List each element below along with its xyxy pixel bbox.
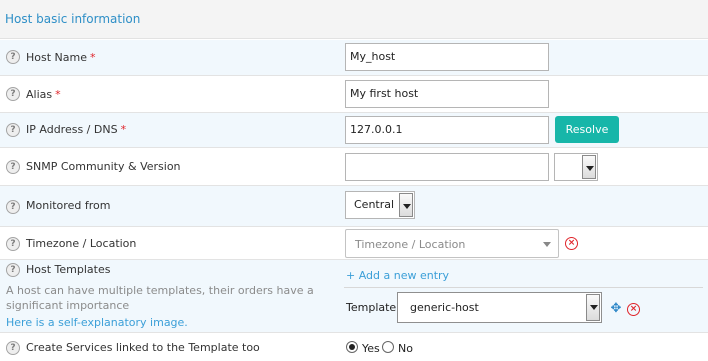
- no-label: No: [398, 342, 413, 355]
- template-select[interactable]: generic-host: [397, 292, 602, 323]
- snmp-community-input[interactable]: [345, 153, 549, 181]
- alias-input[interactable]: My first host: [345, 80, 549, 108]
- ip-input[interactable]: 127.0.0.1: [345, 116, 549, 144]
- create-services-row: ? Create Services linked to the Template…: [0, 333, 708, 361]
- template-value: generic-host: [410, 301, 479, 314]
- required-marker: *: [120, 123, 127, 136]
- monitored-from-select[interactable]: Central: [345, 191, 415, 219]
- remove-icon[interactable]: ×: [565, 237, 578, 250]
- host-name-input[interactable]: My_host: [345, 43, 549, 71]
- section-title: Host basic information: [5, 12, 141, 26]
- yes-label: Yes: [362, 342, 380, 355]
- host-name-label: Host Name *: [26, 51, 96, 64]
- alias-label: Alias *: [26, 88, 61, 101]
- template-label: Template: [346, 301, 397, 314]
- help-icon[interactable]: ?: [6, 50, 20, 64]
- help-icon[interactable]: ?: [6, 87, 20, 101]
- help-icon[interactable]: ?: [6, 200, 20, 214]
- snmp-row: ? SNMP Community & Version: [0, 148, 708, 186]
- templates-description-2: significant importance: [6, 299, 130, 312]
- section-header: Host basic information: [0, 0, 708, 39]
- alias-row: ? Alias * My first host: [0, 76, 708, 113]
- chevron-down-icon: [586, 294, 600, 321]
- monitored-from-row: ? Monitored from Central: [0, 186, 708, 227]
- help-icon[interactable]: ?: [6, 160, 20, 174]
- resolve-button[interactable]: Resolve: [555, 116, 619, 143]
- host-name-row: ? Host Name * My_host: [0, 40, 708, 76]
- chevron-down-icon: [582, 155, 596, 179]
- help-icon[interactable]: ?: [6, 341, 20, 355]
- snmp-version-select[interactable]: [554, 153, 598, 181]
- move-arrows-icon[interactable]: ✥: [609, 302, 623, 316]
- divider: [344, 287, 703, 288]
- help-icon[interactable]: ?: [6, 237, 20, 251]
- chevron-down-icon: [399, 193, 413, 217]
- monitored-from-label: Monitored from: [26, 199, 111, 212]
- required-marker: *: [55, 88, 61, 101]
- timezone-select[interactable]: Timezone / Location: [345, 229, 559, 258]
- add-entry-link[interactable]: + Add a new entry: [346, 269, 449, 282]
- templates-description-1: A host can have multiple templates, thei…: [6, 284, 314, 297]
- host-templates-label: Host Templates: [26, 263, 111, 276]
- required-marker: *: [90, 51, 96, 64]
- timezone-label: Timezone / Location: [26, 237, 137, 250]
- ip-label: IP Address / DNS *: [26, 123, 127, 136]
- caret-down-icon: [543, 242, 551, 247]
- monitored-from-value: Central: [354, 198, 395, 211]
- timezone-placeholder: Timezone / Location: [355, 238, 466, 251]
- no-radio[interactable]: [382, 341, 394, 353]
- self-explanatory-link[interactable]: Here is a self-explanatory image.: [6, 316, 188, 329]
- snmp-label: SNMP Community & Version: [26, 160, 181, 173]
- create-services-label: Create Services linked to the Template t…: [26, 341, 260, 354]
- yes-radio[interactable]: [346, 341, 358, 353]
- help-icon[interactable]: ?: [6, 263, 20, 277]
- remove-icon[interactable]: ×: [627, 303, 640, 316]
- help-icon[interactable]: ?: [6, 123, 20, 137]
